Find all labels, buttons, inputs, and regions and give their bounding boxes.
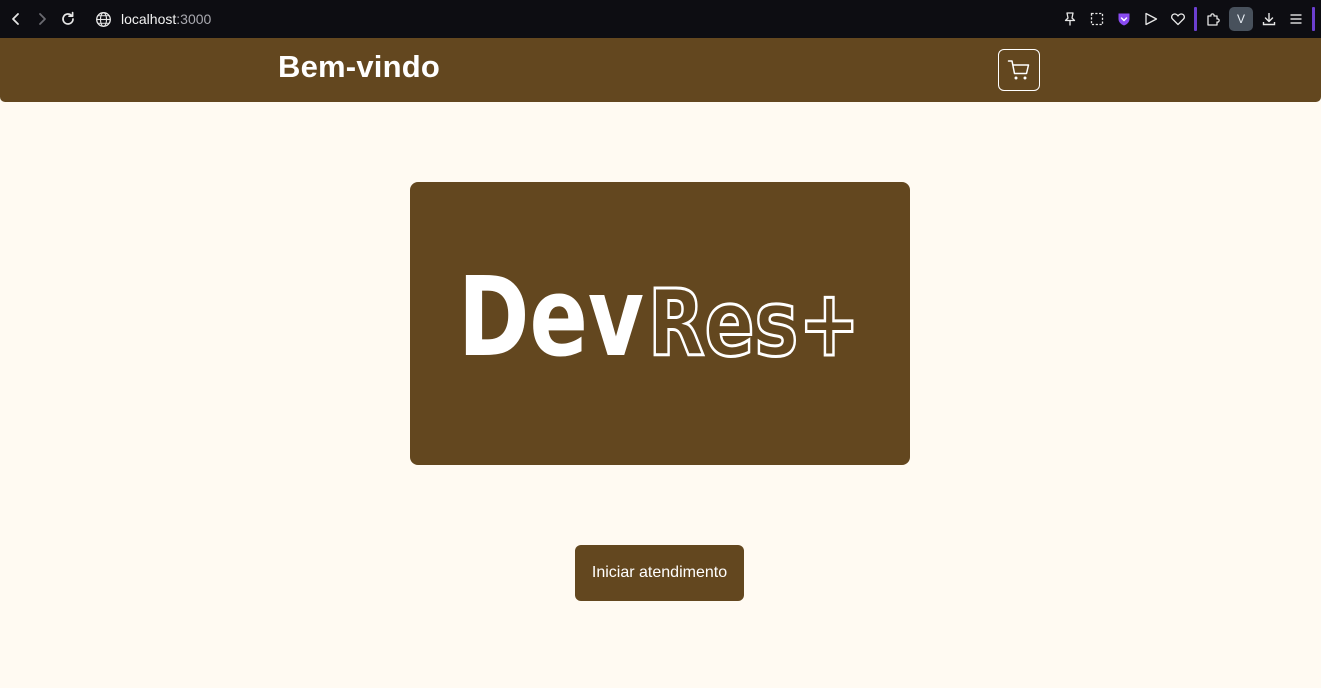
cart-icon xyxy=(1007,60,1030,80)
cart-button[interactable] xyxy=(998,49,1040,91)
back-icon[interactable] xyxy=(3,6,29,32)
toolbar-accent-bar xyxy=(1312,7,1315,31)
reload-icon[interactable] xyxy=(55,6,81,32)
url-port: :3000 xyxy=(176,11,212,27)
shield-icon[interactable] xyxy=(1113,8,1135,30)
address-bar[interactable]: localhost:3000 xyxy=(121,11,211,27)
menu-icon[interactable] xyxy=(1285,8,1307,30)
extensions-area: V xyxy=(1059,0,1315,38)
heart-icon[interactable] xyxy=(1167,8,1189,30)
forward-icon[interactable] xyxy=(29,6,55,32)
send-icon[interactable] xyxy=(1140,8,1162,30)
url-host: localhost xyxy=(121,11,177,27)
page-title: Bem-vindo xyxy=(278,49,440,84)
brand-logo: Dev Res+ xyxy=(458,253,862,381)
toolbar-separator xyxy=(1194,7,1197,31)
app-header: Bem-vindo xyxy=(0,38,1321,102)
logo-text-outline: Res+ xyxy=(648,270,860,377)
extensions-icon[interactable] xyxy=(1202,8,1224,30)
start-service-button[interactable]: Iniciar atendimento xyxy=(575,545,744,601)
browser-toolbar: localhost:3000 V xyxy=(0,0,1321,38)
pin-icon[interactable] xyxy=(1059,8,1081,30)
brand-logo-card: Dev Res+ xyxy=(410,182,910,465)
globe-icon xyxy=(93,9,113,29)
screenshot-icon[interactable] xyxy=(1086,8,1108,30)
download-icon[interactable] xyxy=(1258,8,1280,30)
profile-avatar[interactable]: V xyxy=(1229,7,1253,31)
logo-text-solid: Dev xyxy=(458,253,644,381)
